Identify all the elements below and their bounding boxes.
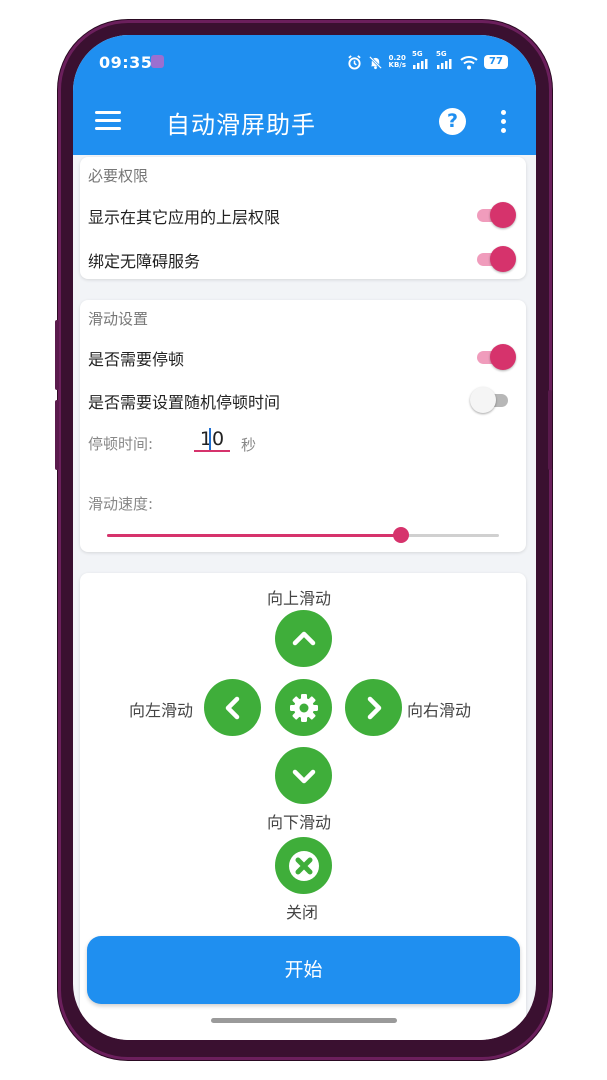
hamburger-icon[interactable] — [95, 111, 121, 131]
signal-icon: 5G — [436, 50, 454, 70]
chevron-down-icon — [292, 769, 315, 783]
home-indicator[interactable] — [211, 1018, 397, 1023]
app-bar: 09:35 0.20 KB/s 5G 5G 77 自动滑屏助手 ? — [73, 35, 536, 155]
phone-side-button — [55, 320, 59, 390]
start-button[interactable]: 开始 — [87, 936, 520, 1004]
question-icon[interactable]: ? — [439, 108, 466, 135]
settings-button[interactable] — [275, 679, 332, 736]
close-icon — [288, 850, 319, 881]
random-pause-label: 是否需要设置随机停顿时间 — [88, 393, 281, 412]
app-title: 自动滑屏助手 — [166, 111, 316, 139]
text-cursor — [209, 428, 211, 450]
slide-settings-card: 滑动设置 是否需要停顿 是否需要设置随机停顿时间 停顿时间: 秒 滑动速度: — [80, 300, 526, 552]
slide-speed-label: 滑动速度: — [88, 495, 154, 513]
swipe-down-button[interactable] — [275, 747, 332, 804]
random-pause-switch[interactable] — [470, 387, 512, 413]
gear-icon — [289, 693, 318, 722]
overlay-permission-label: 显示在其它应用的上层权限 — [88, 208, 281, 227]
slide-speed-fill — [107, 534, 401, 537]
status-time: 09:35 — [99, 53, 153, 72]
phone-side-button — [55, 400, 59, 470]
phone-screen: 09:35 0.20 KB/s 5G 5G 77 自动滑屏助手 ? 必要权限 显… — [73, 35, 536, 1040]
phone-side-button — [548, 390, 552, 470]
close-label: 关闭 — [286, 903, 319, 922]
battery-icon: 77 — [484, 55, 508, 69]
signal-icon: 5G — [412, 50, 430, 70]
pause-time-label: 停顿时间: — [88, 435, 154, 453]
slide-settings-title: 滑动设置 — [88, 310, 149, 328]
chevron-left-icon — [225, 696, 239, 719]
swipe-up-label: 向上滑动 — [267, 589, 332, 608]
swipe-left-button[interactable] — [204, 679, 261, 736]
vertical-dots-icon[interactable] — [499, 110, 507, 134]
status-bar: 09:35 0.20 KB/s 5G 5G 77 — [73, 35, 536, 90]
status-icons: 0.20 KB/s 5G 5G 77 — [347, 50, 508, 73]
net-speed-unit: KB/s — [388, 61, 406, 69]
pause-time-input[interactable] — [194, 428, 230, 452]
swipe-left-label: 向左滑动 — [129, 701, 194, 720]
swipe-right-label: 向右滑动 — [407, 701, 472, 720]
swipe-down-label: 向下滑动 — [267, 813, 332, 832]
swipe-right-button[interactable] — [345, 679, 402, 736]
close-button[interactable] — [275, 837, 332, 894]
chevron-up-icon — [292, 631, 315, 645]
swipe-up-button[interactable] — [275, 610, 332, 667]
net-speed: 0.20 KB/s — [389, 55, 406, 69]
chevron-right-icon — [367, 696, 381, 719]
wifi-icon — [460, 55, 478, 69]
accessibility-service-label: 绑定无障碍服务 — [88, 252, 201, 271]
permissions-title: 必要权限 — [88, 167, 149, 185]
permissions-card: 必要权限 显示在其它应用的上层权限 绑定无障碍服务 — [80, 157, 526, 279]
overlay-permission-switch[interactable] — [475, 202, 516, 228]
app-notification-icon — [151, 55, 164, 68]
mute-icon — [368, 55, 382, 69]
alarm-icon — [347, 54, 361, 70]
slide-speed-thumb[interactable] — [393, 527, 409, 543]
pause-toggle-switch[interactable] — [475, 344, 516, 370]
accessibility-service-switch[interactable] — [475, 246, 516, 272]
pause-toggle-label: 是否需要停顿 — [88, 350, 185, 369]
pause-time-unit: 秒 — [241, 436, 257, 454]
main-content: 必要权限 显示在其它应用的上层权限 绑定无障碍服务 滑动设置 是否需要停顿 是否… — [73, 155, 536, 1040]
